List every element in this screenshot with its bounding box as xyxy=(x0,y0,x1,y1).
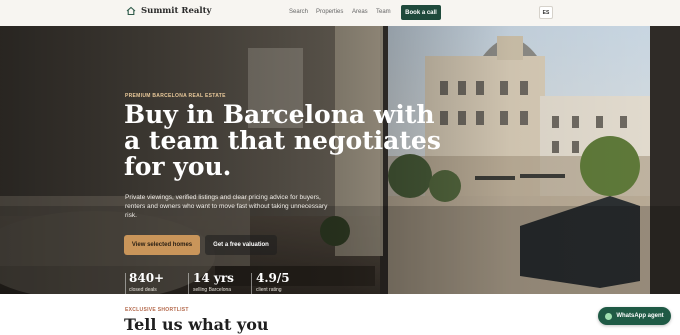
hero-section: PREMIUM BARCELONA REAL ESTATE Buy in Bar… xyxy=(0,26,680,294)
stat-label: client rating xyxy=(256,287,282,293)
shortlist-eyebrow: EXCLUSIVE SHORTLIST xyxy=(125,307,189,313)
stat-label: closed deals xyxy=(129,287,157,293)
nav-team[interactable]: Team xyxy=(376,9,391,15)
hero-headline: Buy in Barcelona with a team that negoti… xyxy=(124,102,484,180)
nav-properties[interactable]: Properties xyxy=(316,9,343,15)
whatsapp-label: WhatsApp agent xyxy=(616,313,664,319)
brand-name: Summit Realty xyxy=(141,6,212,16)
hero-eyebrow: PREMIUM BARCELONA REAL ESTATE xyxy=(125,93,226,99)
whatsapp-agent-button[interactable]: WhatsApp agent xyxy=(598,307,671,325)
nav-search[interactable]: Search xyxy=(289,9,308,15)
site-header: Summit Realty Search Properties Areas Te… xyxy=(0,0,680,27)
headline-line-3: for you. xyxy=(124,152,232,181)
headline-line-2: a team that negotiates xyxy=(124,126,441,155)
stat-divider xyxy=(251,273,252,294)
language-switch[interactable]: ES xyxy=(539,6,553,19)
stat-label: selling Barcelona xyxy=(193,287,232,293)
hero-lead: Private viewings, verified listings and … xyxy=(125,194,328,219)
stat-value: 4.9/5 xyxy=(256,271,290,285)
stat-divider xyxy=(188,273,189,294)
stat-closed-deals: 840+ closed deals xyxy=(129,271,164,293)
stat-value: 14 yrs xyxy=(193,271,234,285)
stat-divider xyxy=(125,273,126,294)
stat-years: 14 yrs selling Barcelona xyxy=(193,271,234,293)
stat-value: 840+ xyxy=(129,271,165,285)
shortlist-title: Tell us what you xyxy=(124,315,269,334)
free-valuation-button[interactable]: Get a free valuation xyxy=(205,235,277,255)
book-call-button[interactable]: Book a call xyxy=(401,5,441,20)
brand-logo[interactable]: Summit Realty xyxy=(126,6,212,16)
nav-areas[interactable]: Areas xyxy=(352,9,368,15)
view-homes-button[interactable]: View selected homes xyxy=(124,235,200,255)
stat-rating: 4.9/5 client rating xyxy=(256,271,290,293)
online-status-icon xyxy=(605,312,613,320)
house-icon xyxy=(126,6,136,16)
headline-line-1: Buy in Barcelona with xyxy=(124,100,435,129)
